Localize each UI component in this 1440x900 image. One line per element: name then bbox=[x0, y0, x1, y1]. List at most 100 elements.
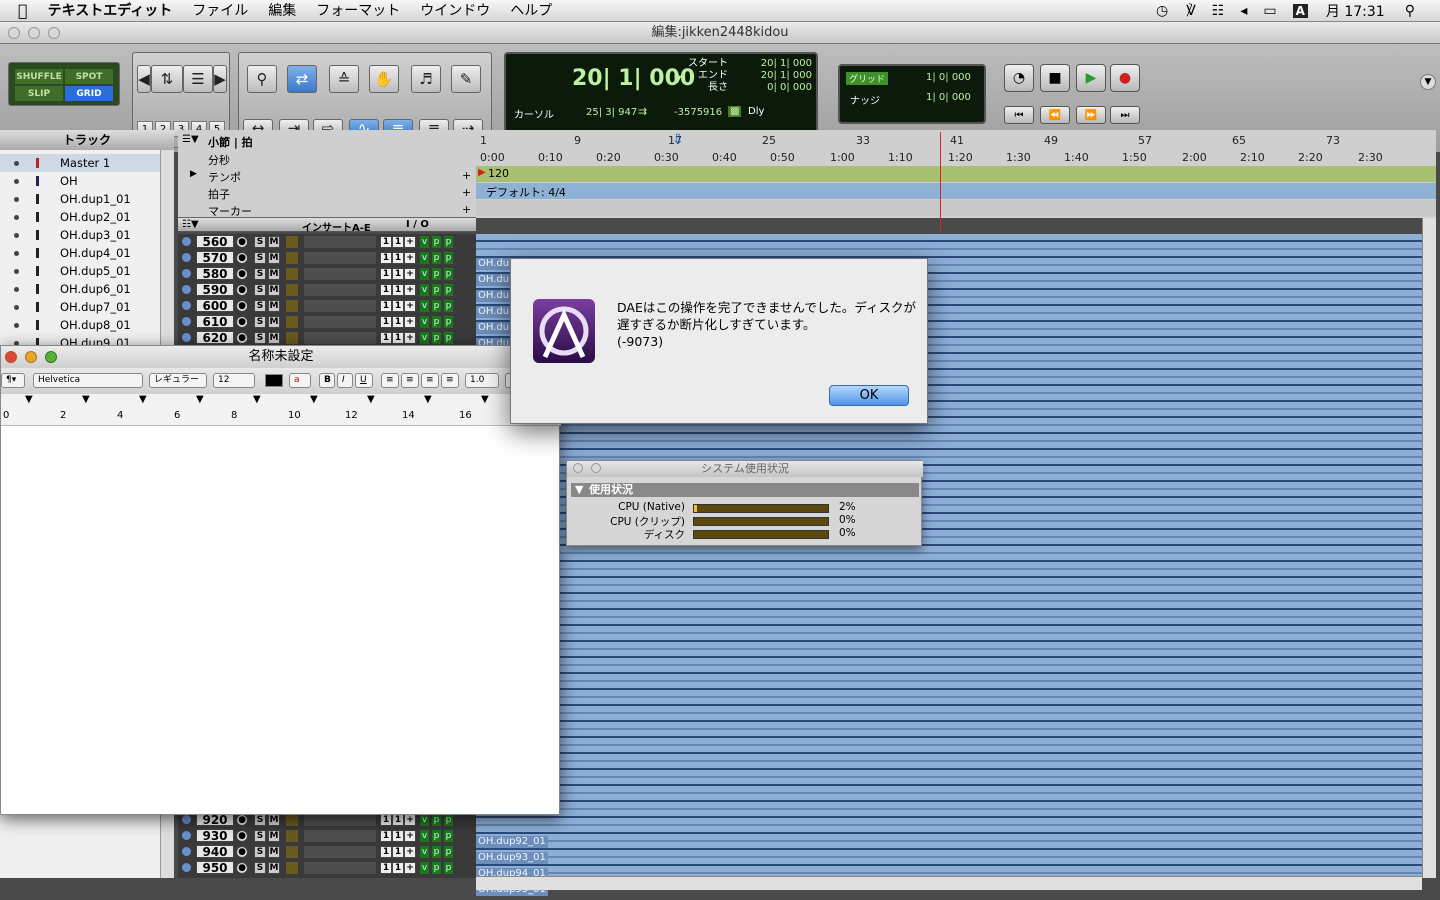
track-list-item[interactable]: OH.dup7_01 bbox=[0, 298, 160, 316]
start-value[interactable]: 20| 1| 000 bbox=[742, 58, 812, 70]
solo-button[interactable]: S bbox=[254, 830, 266, 842]
tab-stop-icon[interactable]: ▼ bbox=[310, 394, 318, 405]
mute-button[interactable]: M bbox=[268, 300, 280, 312]
horizontal-scrollbar[interactable] bbox=[476, 876, 1422, 890]
track-select-icon[interactable] bbox=[182, 253, 191, 262]
vertical-scrollbar[interactable] bbox=[1422, 218, 1436, 878]
spot-mode-button[interactable]: SPOT bbox=[65, 69, 113, 84]
track-list-item[interactable]: OH.dup1_01 bbox=[0, 190, 160, 208]
track-list-item[interactable]: OH.dup6_01 bbox=[0, 280, 160, 298]
fast-forward-icon[interactable]: ⏩ bbox=[1076, 106, 1106, 124]
bluetooth-icon[interactable]: ℣ bbox=[1186, 3, 1196, 19]
meter-ruler[interactable]: デフォルト: 4/4 bbox=[476, 183, 1436, 199]
pan-button[interactable]: p bbox=[444, 862, 453, 874]
solo-button[interactable]: S bbox=[254, 300, 266, 312]
pan-button[interactable]: p bbox=[432, 814, 441, 826]
track-select-icon[interactable] bbox=[182, 317, 191, 326]
record-arm-button[interactable]: ● bbox=[236, 284, 248, 296]
solo-button[interactable]: S bbox=[254, 268, 266, 280]
add-send-icon[interactable]: + bbox=[404, 830, 416, 842]
output-selector[interactable]: 1 bbox=[392, 814, 404, 826]
pan-button[interactable]: p bbox=[444, 830, 453, 842]
track-select-icon[interactable] bbox=[182, 301, 191, 310]
pan-button[interactable]: p bbox=[444, 252, 453, 264]
track-header-row[interactable]: 560 ● S M 1 1 + v p p bbox=[178, 234, 476, 250]
track-header-row[interactable]: 570 ● S M 1 1 + v p p bbox=[178, 250, 476, 266]
track-header-row[interactable]: 610 ● S M 1 1 + v p p bbox=[178, 314, 476, 330]
track-select-icon[interactable] bbox=[182, 863, 191, 872]
record-arm-button[interactable]: ● bbox=[236, 252, 248, 264]
track-select-icon[interactable] bbox=[182, 333, 191, 342]
track-select-icon[interactable] bbox=[182, 847, 191, 856]
pan-button[interactable]: p bbox=[432, 300, 441, 312]
track-header-row[interactable]: 930 ● S M 1 1 + v p p bbox=[178, 828, 476, 844]
voice-button[interactable]: v bbox=[420, 316, 429, 328]
spotlight-icon[interactable]: ⚲ bbox=[1405, 3, 1415, 19]
track-name[interactable]: 950 bbox=[196, 861, 234, 874]
tab-stop-icon[interactable]: ▼ bbox=[253, 394, 261, 405]
pan-button[interactable]: p bbox=[432, 316, 441, 328]
minimize-button[interactable] bbox=[591, 463, 601, 473]
inserts-slots[interactable] bbox=[304, 236, 376, 248]
audio-zoom-icon[interactable]: ⇅ bbox=[151, 65, 183, 93]
track-list-item[interactable]: OH.dup3_01 bbox=[0, 226, 160, 244]
scrubber-speaker-icon[interactable]: ♬ bbox=[411, 65, 441, 93]
voice-button[interactable]: v bbox=[420, 284, 429, 296]
highlight-color-icon[interactable]: a bbox=[289, 373, 311, 388]
voice-button[interactable]: v bbox=[420, 332, 429, 344]
zoom-button[interactable] bbox=[45, 351, 57, 363]
end-value[interactable]: 20| 1| 000 bbox=[742, 70, 812, 82]
bold-button[interactable]: B bbox=[319, 373, 335, 388]
input-selector[interactable]: 1 bbox=[380, 236, 392, 248]
apple-icon[interactable]:  bbox=[0, 0, 38, 22]
track-select-icon[interactable] bbox=[182, 831, 191, 840]
voice-button[interactable]: v bbox=[420, 830, 429, 842]
pan-button[interactable]: p bbox=[432, 332, 441, 344]
track-list-item[interactable]: Master 1 bbox=[0, 154, 160, 172]
inserts-slots[interactable] bbox=[304, 284, 376, 296]
tempo-marker-icon[interactable]: ▶ bbox=[478, 167, 486, 178]
output-selector[interactable]: 1 bbox=[392, 332, 404, 344]
record-arm-button[interactable]: ● bbox=[236, 236, 248, 248]
selector-tool-icon[interactable]: ≙ bbox=[329, 65, 359, 93]
add-send-icon[interactable]: + bbox=[404, 252, 416, 264]
midi-zoom-icon[interactable]: ☰ bbox=[183, 65, 213, 93]
stop-icon[interactable]: ■ bbox=[1040, 64, 1070, 92]
marker-ruler[interactable] bbox=[476, 200, 1436, 216]
pan-button[interactable]: p bbox=[444, 846, 453, 858]
volume-icon[interactable]: ◂ bbox=[1240, 3, 1247, 19]
solo-button[interactable]: S bbox=[254, 236, 266, 248]
track-header-row[interactable]: 620 ● S M 1 1 + v p p bbox=[178, 330, 476, 346]
clip-name[interactable]: OH.du bbox=[476, 322, 512, 334]
font-family-select[interactable]: Helvetica bbox=[33, 373, 143, 388]
text-color-swatch[interactable] bbox=[265, 374, 283, 387]
length-value[interactable]: 0| 0| 000 bbox=[742, 82, 812, 94]
inserts-slots[interactable] bbox=[304, 316, 376, 328]
track-name[interactable]: 590 bbox=[196, 283, 234, 296]
voice-button[interactable]: v bbox=[420, 236, 429, 248]
input-selector[interactable]: 1 bbox=[380, 862, 392, 874]
tab-stop-icon[interactable]: ▼ bbox=[196, 394, 204, 405]
disclosure-triangle-icon[interactable]: ▼ bbox=[575, 483, 583, 497]
input-selector[interactable]: 1 bbox=[380, 316, 392, 328]
close-button[interactable] bbox=[573, 463, 583, 473]
play-icon[interactable]: ▶ bbox=[1076, 64, 1106, 92]
input-selector[interactable]: 1 bbox=[380, 300, 392, 312]
voice-button[interactable]: v bbox=[420, 846, 429, 858]
minimize-button[interactable] bbox=[25, 351, 37, 363]
grabber-hand-icon[interactable]: ✋ bbox=[369, 65, 399, 93]
pan-button[interactable]: p bbox=[432, 830, 441, 842]
track-list-item[interactable]: OH.dup2_01 bbox=[0, 208, 160, 226]
track-select-icon[interactable] bbox=[182, 269, 191, 278]
mute-button[interactable]: M bbox=[268, 268, 280, 280]
clip-name[interactable]: OH.dup92_01 bbox=[476, 836, 548, 848]
playhead-marker-icon[interactable]: ⇩ bbox=[672, 132, 684, 148]
document-body[interactable] bbox=[1, 426, 559, 814]
grid-mode-button[interactable]: GRID bbox=[65, 86, 113, 101]
output-selector[interactable]: 1 bbox=[392, 252, 404, 264]
delay-label[interactable]: Dly bbox=[748, 106, 764, 117]
zoom-button[interactable] bbox=[48, 27, 60, 39]
inserts-slots[interactable] bbox=[304, 300, 376, 312]
font-style-select[interactable]: レギュラー bbox=[149, 373, 207, 388]
input-selector[interactable]: 1 bbox=[380, 252, 392, 264]
